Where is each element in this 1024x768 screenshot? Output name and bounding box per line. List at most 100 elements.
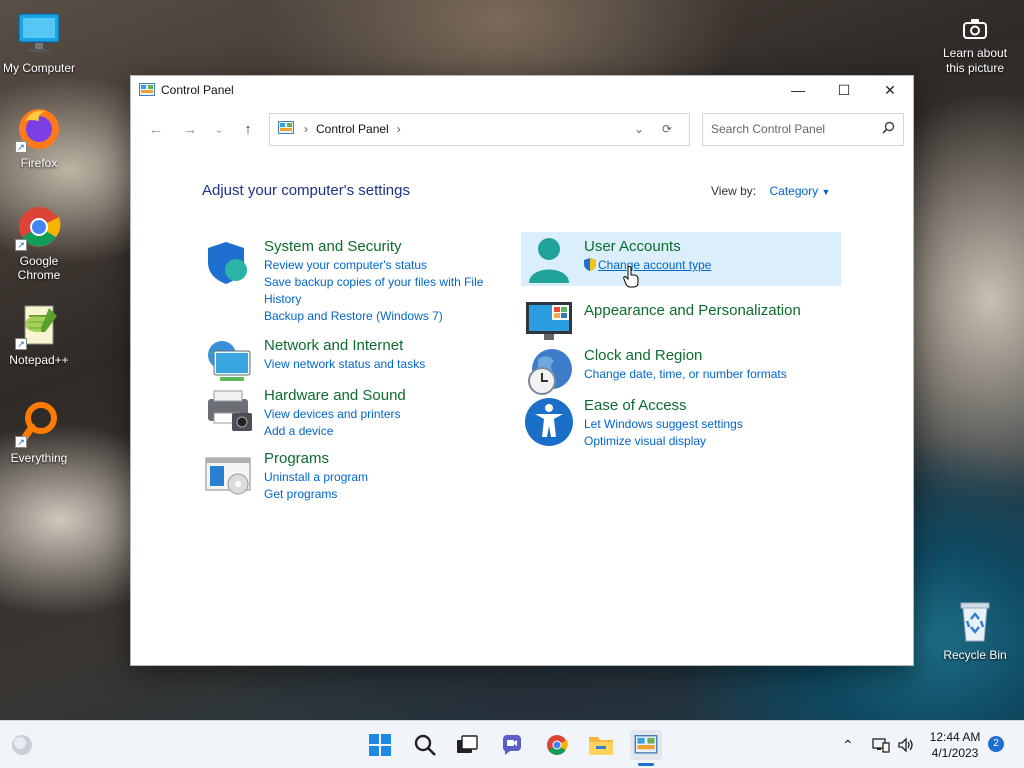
search-box[interactable]	[702, 112, 904, 146]
minimize-button[interactable]: —	[775, 76, 821, 104]
shortcut-arrow-icon: ↗	[15, 239, 27, 251]
link-review-status[interactable]: Review your computer's status	[264, 257, 494, 274]
address-bar[interactable]: › Control Panel › ⌄ ⟳	[269, 112, 690, 146]
link-add-device[interactable]: Add a device	[264, 423, 406, 440]
everything-icon: ↗	[15, 400, 63, 448]
breadcrumb[interactable]: Control Panel	[316, 122, 389, 136]
chat-icon[interactable]	[498, 731, 526, 759]
learn-about-picture[interactable]: Learn about this picture	[935, 18, 1015, 76]
refresh-icon[interactable]: ⟳	[653, 122, 681, 136]
notification-badge[interactable]: 2	[988, 736, 1004, 752]
desktop-icon-recycle-bin[interactable]: Recycle Bin	[937, 597, 1013, 662]
search-icon[interactable]	[411, 731, 439, 759]
category-title[interactable]: Network and Internet	[264, 337, 425, 354]
printer-icon	[204, 387, 254, 437]
category-title[interactable]: User Accounts	[584, 238, 711, 255]
clock-globe-icon	[524, 347, 574, 397]
link-suggest-settings[interactable]: Let Windows suggest settings	[584, 416, 743, 433]
up-arrow-icon[interactable]: ↑	[231, 114, 265, 144]
search-icon[interactable]	[882, 121, 895, 137]
chrome-icon[interactable]	[543, 731, 571, 759]
desktop-icon-label: My Computer	[2, 61, 76, 75]
category-title[interactable]: Clock and Region	[584, 347, 787, 364]
volume-icon[interactable]	[897, 721, 915, 768]
clock-date: 4/1/2023	[931, 746, 979, 760]
clock[interactable]: 12:44 AM 4/1/2023	[922, 729, 988, 761]
category-programs: Programs Uninstall a program Get program…	[204, 450, 368, 503]
weather-widget-icon[interactable]	[8, 731, 36, 759]
learn-about-label: Learn about this picture	[942, 46, 1008, 75]
category-title[interactable]: System and Security	[264, 238, 494, 255]
breadcrumb-chevron-icon[interactable]: ›	[304, 122, 308, 136]
user-icon	[524, 235, 574, 285]
link-text: Change account type	[598, 258, 712, 272]
file-explorer-icon[interactable]	[587, 731, 615, 759]
dropdown-arrow-icon: ▼	[821, 187, 831, 197]
page-title: Adjust your computer's settings	[202, 182, 410, 199]
address-dropdown-icon[interactable]: ⌄	[625, 122, 653, 136]
desktop-icon-label: Recycle Bin	[943, 648, 1007, 662]
window-title: Control Panel	[161, 83, 234, 97]
network-tray-icon[interactable]	[872, 721, 890, 768]
link-get-programs[interactable]: Get programs	[264, 486, 368, 503]
desktop-icon-chrome[interactable]: ↗ Google Chrome	[1, 203, 77, 282]
firefox-icon: ↗	[15, 105, 63, 153]
category-appearance: Appearance and Personalization	[524, 294, 801, 344]
taskbar: ⌃ 12:44 AM 4/1/2023	[0, 720, 1024, 768]
category-title[interactable]: Programs	[264, 450, 368, 467]
start-button[interactable]	[366, 731, 394, 759]
link-date-time-formats[interactable]: Change date, time, or number formats	[584, 366, 787, 383]
active-app-indicator	[638, 763, 654, 766]
link-file-history[interactable]: Save backup copies of your files with Fi…	[264, 274, 494, 308]
category-hardware-sound: Hardware and Sound View devices and prin…	[204, 387, 406, 440]
shortcut-arrow-icon: ↗	[15, 436, 27, 448]
view-by-dropdown[interactable]: Category ▼	[769, 184, 830, 198]
content-area: Adjust your computer's settings View by:…	[131, 154, 913, 665]
search-input[interactable]	[711, 122, 882, 136]
chrome-icon: ↗	[15, 203, 63, 251]
desktop-icon-label: Firefox	[20, 156, 58, 170]
link-backup-restore[interactable]: Backup and Restore (Windows 7)	[264, 308, 494, 325]
monitor-palette-icon	[524, 294, 574, 344]
shortcut-arrow-icon: ↗	[15, 141, 27, 153]
category-clock-region: Clock and Region Change date, time, or n…	[524, 347, 787, 397]
desktop-icon-my-computer[interactable]: My Computer	[1, 10, 77, 75]
link-network-status[interactable]: View network status and tasks	[264, 356, 425, 373]
camera-icon	[935, 18, 1015, 46]
shield-icon	[204, 238, 254, 288]
link-change-account-type[interactable]: Change account type	[584, 257, 711, 276]
recycle-bin-icon	[951, 597, 999, 645]
category-title[interactable]: Appearance and Personalization	[584, 302, 801, 319]
close-button[interactable]: ✕	[867, 76, 913, 104]
view-by-label: View by:	[711, 184, 757, 198]
desktop-icon-label: Notepad++	[9, 353, 69, 367]
maximize-button[interactable]: ☐	[821, 76, 867, 104]
navigation-bar: ← → ⌄ ↑ › Control Panel › ⌄ ⟳	[131, 104, 913, 154]
clock-time: 12:44 AM	[929, 730, 981, 744]
forward-arrow-icon[interactable]: →	[173, 114, 207, 144]
recent-locations-chevron-icon[interactable]: ⌄	[207, 114, 231, 144]
desktop-icon-notepadpp[interactable]: ↗ Notepad++	[1, 302, 77, 367]
link-uninstall-program[interactable]: Uninstall a program	[264, 469, 368, 486]
category-ease-of-access: Ease of Access Let Windows suggest setti…	[524, 397, 743, 450]
control-panel-icon	[139, 83, 155, 97]
back-arrow-icon[interactable]: ←	[139, 114, 173, 144]
desktop-icon-everything[interactable]: ↗ Everything	[1, 400, 77, 465]
task-view-icon[interactable]	[453, 731, 481, 759]
breadcrumb-chevron-icon[interactable]: ›	[397, 122, 401, 136]
link-devices-printers[interactable]: View devices and printers	[264, 406, 406, 423]
category-user-accounts[interactable]: User Accounts Change account type	[521, 232, 841, 286]
notepadpp-icon: ↗	[15, 302, 63, 350]
desktop-icon-firefox[interactable]: ↗ Firefox	[1, 105, 77, 170]
accessibility-icon	[524, 397, 574, 447]
show-hidden-icons-chevron-icon[interactable]: ⌃	[842, 721, 854, 768]
hand-cursor-icon	[623, 265, 639, 293]
title-bar[interactable]: Control Panel — ☐ ✕	[131, 76, 913, 104]
category-system-security: System and Security Review your computer…	[204, 238, 494, 325]
control-panel-window: Control Panel — ☐ ✕ ← → ⌄ ↑ › Control Pa…	[130, 75, 914, 666]
category-title[interactable]: Hardware and Sound	[264, 387, 406, 404]
control-panel-taskbar-icon[interactable]	[630, 730, 662, 760]
link-optimize-display[interactable]: Optimize visual display	[584, 433, 743, 450]
category-title[interactable]: Ease of Access	[584, 397, 743, 414]
shortcut-arrow-icon: ↗	[15, 338, 27, 350]
